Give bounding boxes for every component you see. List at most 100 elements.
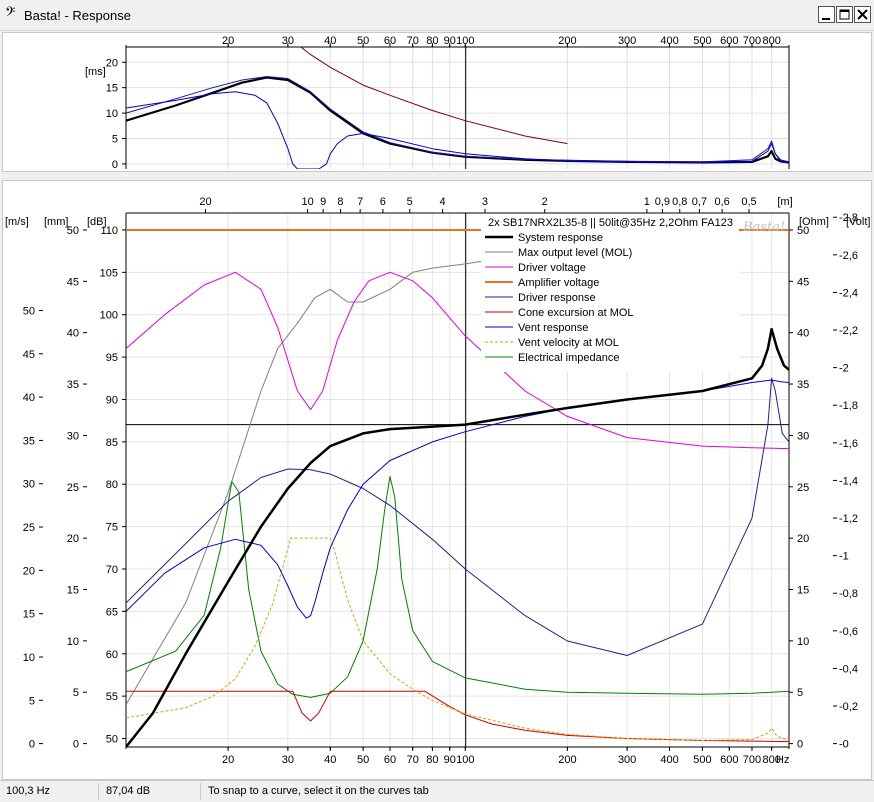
close-icon [857,9,868,20]
legend-label-max-output-level-mol: Max output level (MOL) [518,247,632,259]
volt-unit: [Volt] [846,216,870,228]
close-button[interactable] [854,6,871,23]
maximize-button[interactable] [836,6,853,23]
db-tick-label: 105 [100,267,118,279]
mm-tick-label: 35 [67,379,79,391]
series-system-response [126,327,789,747]
wavelength-tick-label: 10 [301,196,313,208]
response-x-tick-label: 200 [558,754,576,766]
mm-tick-label: 30 [67,430,79,442]
ohm-tick-label: 0 [797,739,803,751]
ohm-tick-label: 40 [797,328,809,340]
mm-tick-label: 20 [67,533,79,545]
mm-tick-label: 0 [73,739,79,751]
wavelength-tick-label: 3 [482,196,488,208]
status-level: 87,04 dB [106,785,151,797]
volt-tick-label: -2,2 [839,325,858,337]
volt-tick-label: -0,6 [839,626,858,638]
legend-label-vent-velocity-at-mol: Vent velocity at MOL [518,337,619,349]
response-x-tick-label: 500 [693,754,711,766]
group-delay-y-label: [ms] [85,66,106,78]
group-delay-chart[interactable]: 20 30 40 50 60 70 80 90 100 200 300 400 500 600 700 800… [3,33,871,171]
mm-tick-label: 45 [67,276,79,288]
series-cone-excursion-at-mol [126,690,789,743]
ohm-tick-label: 25 [797,482,809,494]
db-tick-label: 95 [106,352,118,364]
legend-label-system-response: System response [518,232,603,244]
group-delay-y-tick-label: 5 [112,134,118,146]
status-frequency: 100,3 Hz [6,785,51,797]
legend-label-vent-response: Vent response [518,322,588,334]
wavelength-tick-label: 0,9 [655,196,670,208]
wavelength-tick-label: 1 [644,196,650,208]
response-x-tick-label: 600 [720,754,738,766]
db-tick-label: 90 [106,394,118,406]
ohm-tick-label: 10 [797,636,809,648]
velocity-tick-label: 0 [29,739,35,751]
legend: 2x SB17NRX2L35-8 || 50lit@35Hz 2,2Ohm FA… [481,214,739,372]
legend-label-electrical-impedance: Electrical impedance [518,352,620,364]
group-delay-grid [125,47,790,169]
group-delay-y-tick-label: 10 [106,108,118,120]
group-delay-series-1 [126,76,789,164]
ohm-tick-label: 20 [797,533,809,545]
window-title-bar[interactable]: 𝄢 Basta! - Response [0,0,874,31]
wavelength-tick-label: 5 [407,196,413,208]
wavelength-tick-label: 4 [440,196,446,208]
response-x-tick-label: 80 [426,754,438,766]
db-tick-label: 75 [106,522,118,534]
db-tick-label: 80 [106,479,118,491]
minimize-button[interactable] [818,6,835,23]
legend-label-driver-response: Driver response [518,292,596,304]
wavelength-tick-label: 0,5 [741,196,756,208]
group-delay-y-tick-label: 0 [112,159,118,171]
response-x-tick-label: 100 [456,754,474,766]
db-tick-label: 65 [106,606,118,618]
response-x-tick-label: 70 [407,754,419,766]
response-x-unit: Hz [776,754,789,766]
velocity-tick-label: 40 [23,392,35,404]
wavelength-tick-label: 7 [357,196,363,208]
velocity-tick-label: 10 [23,652,35,664]
status-hint: To snap to a curve, select it on the cur… [208,785,429,797]
response-x-tick-label: 50 [357,754,369,766]
group-delay-panel: 20 30 40 50 60 70 80 90 100 200 300 400 500 600 700 800… [2,32,872,172]
basta-watermark: Basta! [742,220,785,235]
velocity-tick-label: 5 [29,695,35,707]
volt-tick-label: -1,6 [839,438,858,450]
velocity-tick-label: 35 [23,435,35,447]
legend-label-cone-excursion-at-mol: Cone excursion at MOL [518,307,634,319]
status-bar: 100,3 Hz 87,04 dB To snap to a curve, se… [0,780,874,802]
wavelength-tick-label: 8 [337,196,343,208]
wavelength-tick-label: 20 [199,196,211,208]
wavelength-tick-label: 0,6 [714,196,729,208]
wavelength-tick-label: 9 [320,196,326,208]
mm-unit: [mm] [44,216,68,228]
db-tick-label: 85 [106,437,118,449]
response-x-tick-label: 400 [660,754,678,766]
velocity-unit: [m/s] [5,216,29,228]
volt-tick-label: -1,2 [839,513,858,525]
velocity-tick-label: 30 [23,479,35,491]
velocity-tick-label: 50 [23,305,35,317]
legend-label-amplifier-voltage: Amplifier voltage [518,277,599,289]
volt-tick-label: -2,4 [839,287,858,299]
group-delay-y-tick-label: 15 [106,83,118,95]
wavelength-tick-label: 6 [380,196,386,208]
minimize-icon [822,18,830,20]
response-x-tick-label: 90 [444,754,456,766]
mm-tick-label: 5 [73,687,79,699]
response-x-tick-label: 20 [222,754,234,766]
volt-tick-label: -1 [839,551,849,563]
ohm-tick-label: 35 [797,379,809,391]
volt-tick-label: -0,8 [839,588,858,600]
wavelength-tick-label: 2 [542,196,548,208]
velocity-tick-label: 25 [23,522,35,534]
db-tick-label: 60 [106,649,118,661]
volt-tick-label: -1,4 [839,475,858,487]
legend-title: 2x SB17NRX2L35-8 || 50lit@35Hz 2,2Ohm FA… [488,217,733,229]
wavelength-tick-label: 0,8 [672,196,687,208]
ohm-tick-label: 45 [797,276,809,288]
response-chart[interactable]: 20 30 40 50 60 70 80 90 100 200 300 400 500 600 700 800… [3,181,871,779]
volt-tick-label: -0,2 [839,701,858,713]
